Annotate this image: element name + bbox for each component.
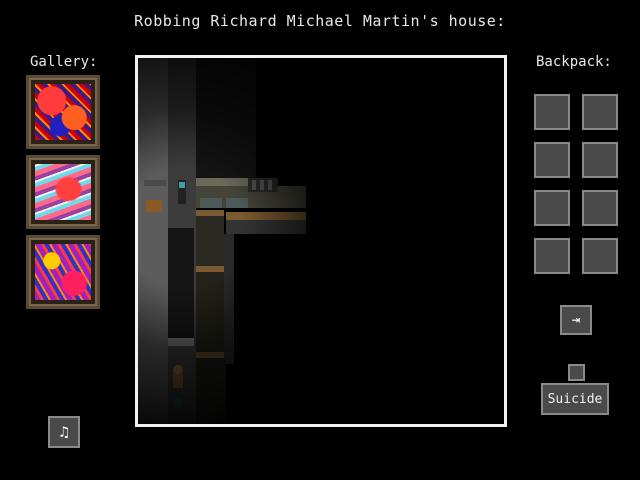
backpack-slot-5[interactable] <box>534 190 570 226</box>
suicide-confirm-checkbox[interactable] <box>568 364 585 381</box>
backpack-slot-7[interactable] <box>534 238 570 274</box>
backpack-slot-8[interactable] <box>582 238 618 274</box>
backpack-slot-4[interactable] <box>582 142 618 178</box>
music-toggle-button[interactable]: ♫ <box>48 416 80 448</box>
painting-purple-yellow-abstract-icon <box>35 244 91 300</box>
exit-arrow-icon: ⇥ <box>571 312 581 328</box>
backpack-slot-2[interactable] <box>582 94 618 130</box>
backpack-slot-3[interactable] <box>534 142 570 178</box>
house-map-viewport[interactable] <box>135 55 507 427</box>
gallery-painting-3[interactable] <box>26 235 100 309</box>
painting-red-abstract-icon <box>35 84 91 140</box>
page-title: Robbing Richard Michael Martin's house: <box>134 12 506 30</box>
house-map <box>138 58 504 424</box>
suicide-button[interactable]: Suicide <box>541 383 609 415</box>
backpack-slot-1[interactable] <box>534 94 570 130</box>
painting-pink-cyan-abstract-icon <box>35 164 91 220</box>
backpack-slot-6[interactable] <box>582 190 618 226</box>
gallery-label: Gallery: <box>30 54 98 70</box>
exit-button[interactable]: ⇥ <box>560 305 592 335</box>
backpack-label: Backpack: <box>536 54 612 70</box>
gallery-painting-1[interactable] <box>26 75 100 149</box>
gallery-painting-2[interactable] <box>26 155 100 229</box>
music-note-icon: ♫ <box>59 423 69 441</box>
